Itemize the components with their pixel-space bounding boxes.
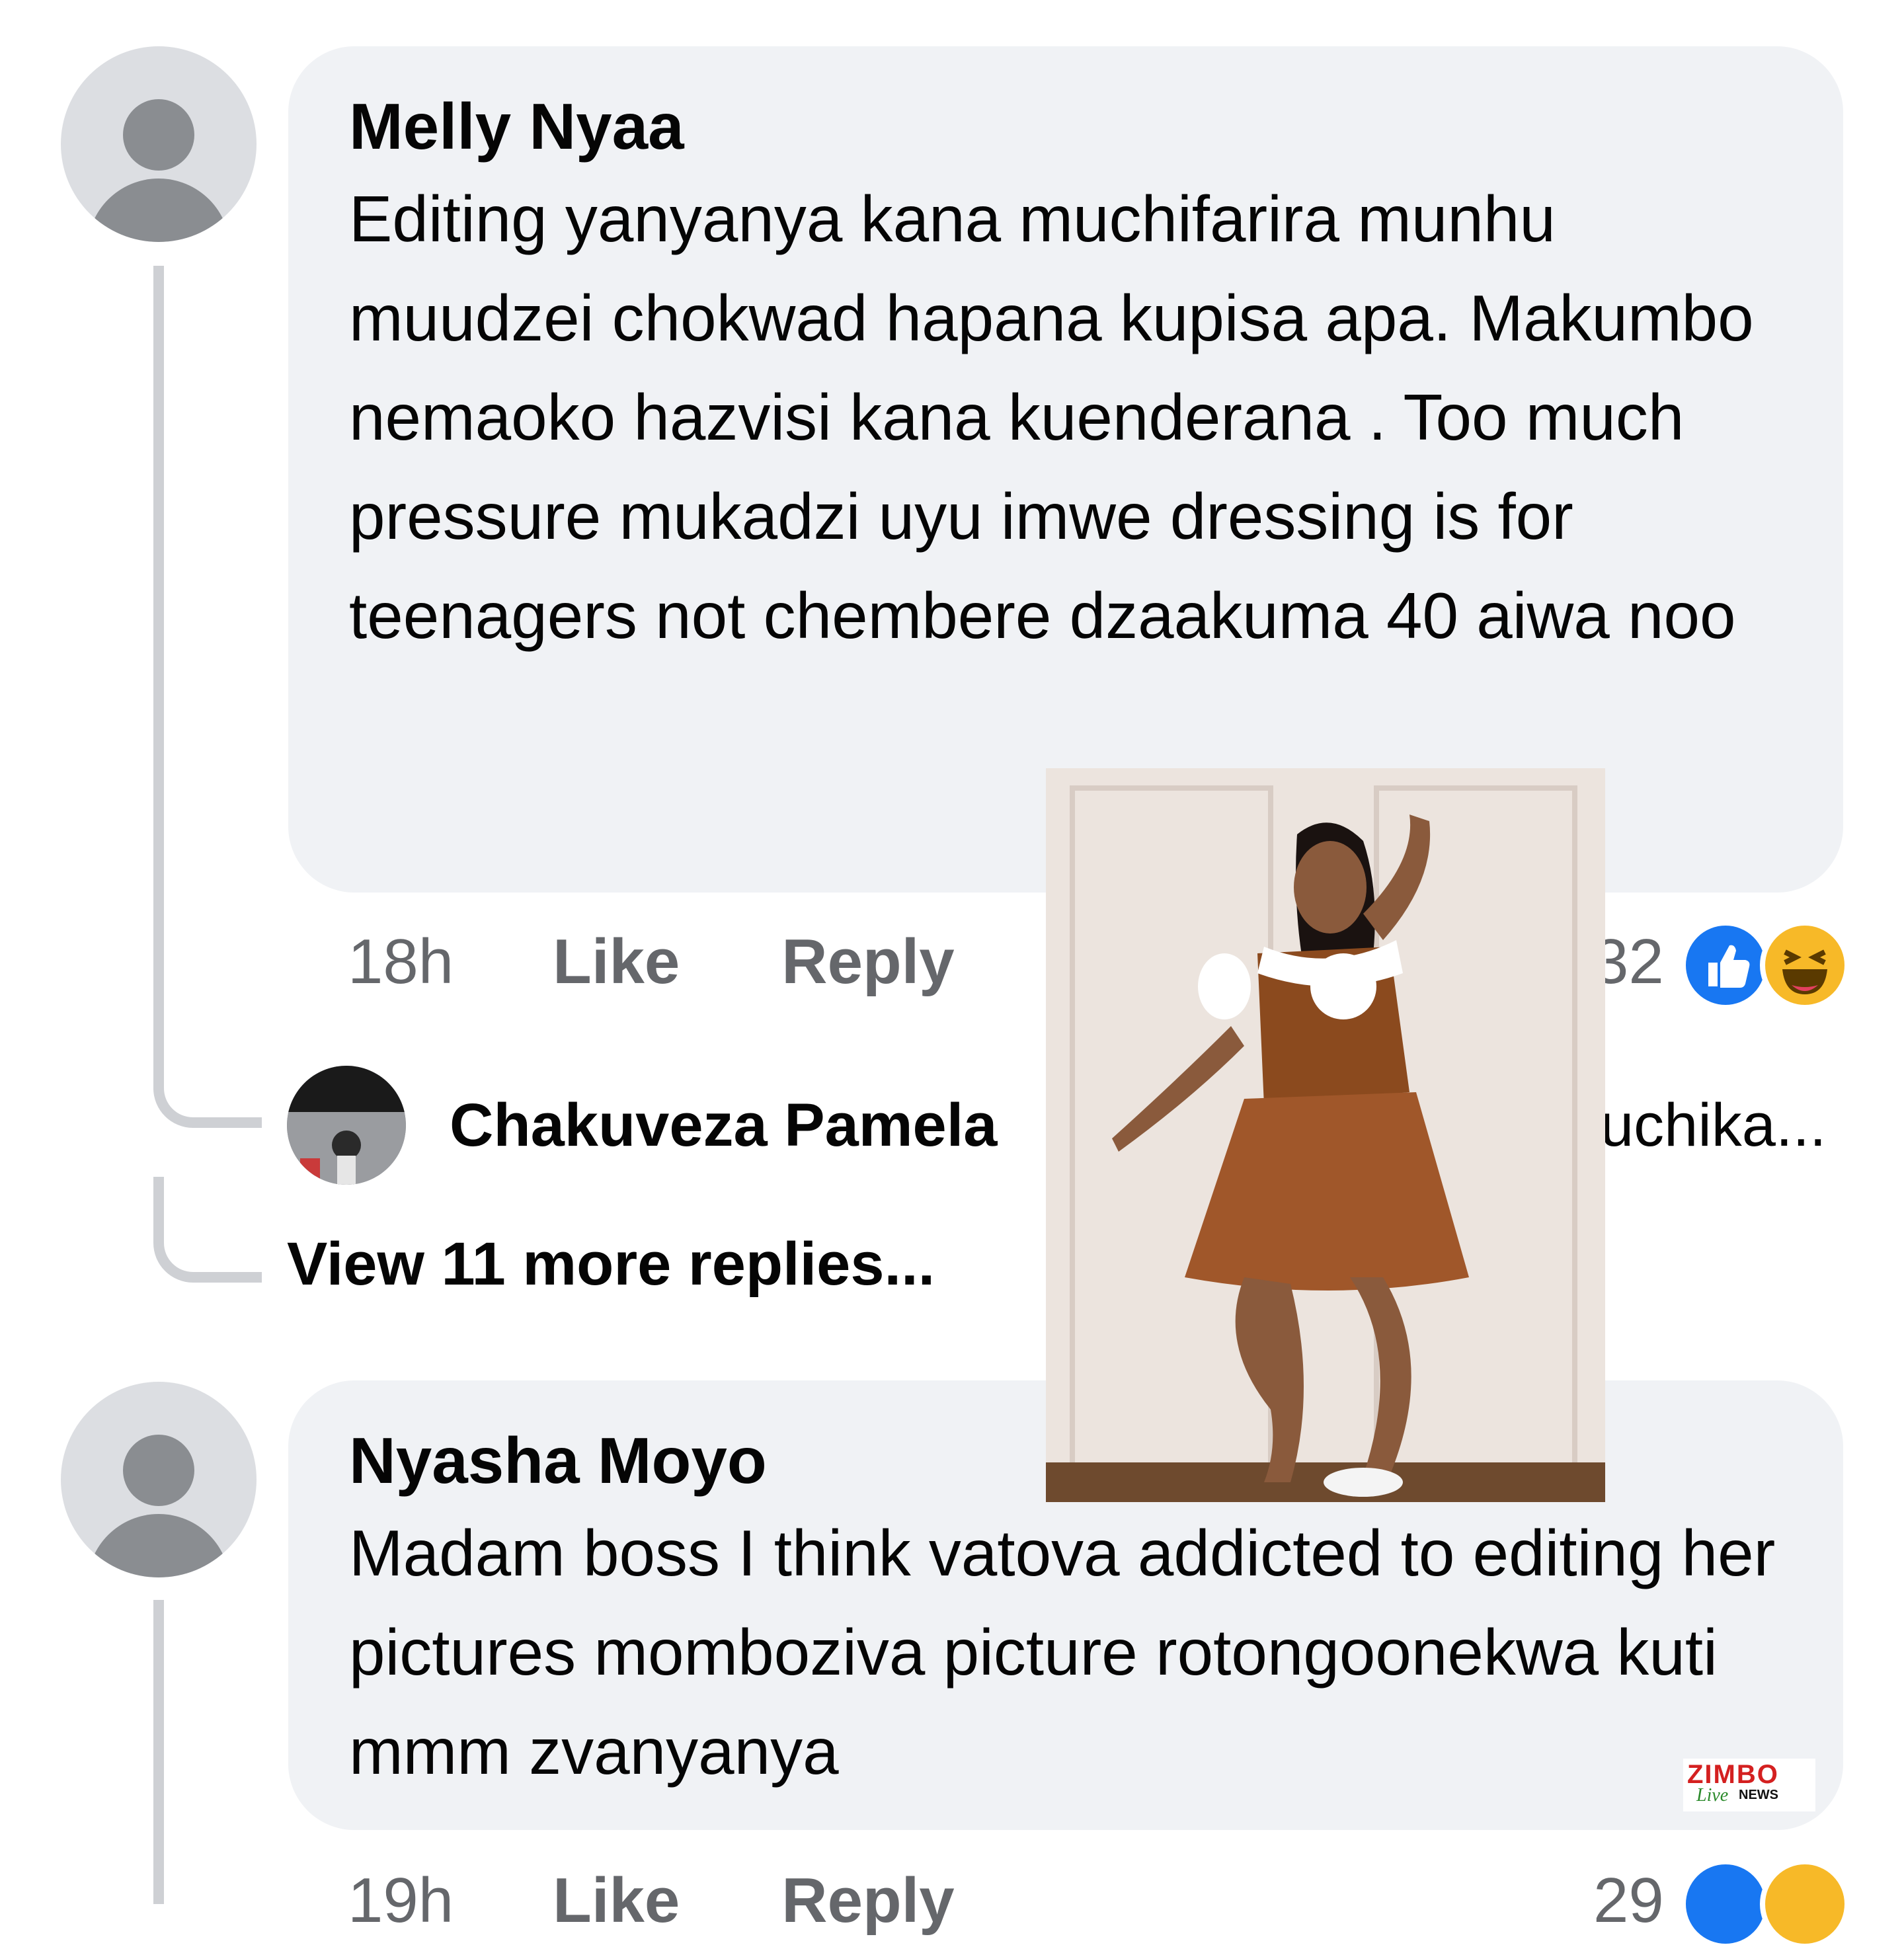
thread-elbow	[153, 1177, 262, 1283]
logo-line3: NEWS	[1739, 1788, 1778, 1802]
logo-line2: Live	[1696, 1785, 1729, 1806]
reply-button[interactable]: Reply	[781, 926, 954, 998]
comment-time[interactable]: 19h	[348, 1864, 454, 1937]
like-icon	[1681, 1859, 1770, 1949]
haha-icon	[1760, 1859, 1850, 1949]
comment-bubble: Melly Nyaa Editing yanyanya kana muchifa…	[288, 46, 1843, 893]
like-icon	[1681, 920, 1770, 1010]
comment-time[interactable]: 18h	[348, 926, 454, 998]
comment-author[interactable]: Melly Nyaa	[349, 83, 1784, 169]
comment-text: Editing yanyanya kana muchifarira munhu …	[349, 182, 1754, 652]
haha-icon	[1760, 920, 1850, 1010]
reaction-count[interactable]: 29	[1593, 1864, 1664, 1937]
reply-avatar[interactable]	[287, 1066, 406, 1185]
avatar-default[interactable]	[61, 46, 257, 242]
thread-elbow	[153, 1031, 262, 1128]
like-button[interactable]: Like	[553, 926, 680, 998]
like-button[interactable]: Like	[553, 1864, 680, 1937]
overlay-photo	[1046, 768, 1605, 1502]
avatar-body-shape	[87, 179, 230, 242]
reply-snippet[interactable]: uchika...	[1600, 1091, 1827, 1160]
zimbo-live-news-logo: ZIMBO Live NEWS	[1683, 1759, 1815, 1811]
avatar-head-shape	[123, 99, 194, 171]
reply-author[interactable]: Chakuveza Pamela	[450, 1091, 997, 1160]
reply-button[interactable]: Reply	[781, 1864, 954, 1937]
avatar-body-shape	[87, 1514, 230, 1577]
thread-connector	[153, 266, 164, 1086]
comment-actions: 18h Like Reply	[348, 919, 1056, 1005]
avatar-default[interactable]	[61, 1382, 257, 1577]
comment-actions: 19h Like Reply	[348, 1858, 1056, 1944]
comment-text: Madam boss I think vatova addicted to ed…	[349, 1517, 1776, 1788]
thread-connector	[153, 1600, 164, 1904]
avatar-head-shape	[123, 1435, 194, 1506]
view-more-replies-link[interactable]: View 11 more replies...	[287, 1230, 935, 1299]
